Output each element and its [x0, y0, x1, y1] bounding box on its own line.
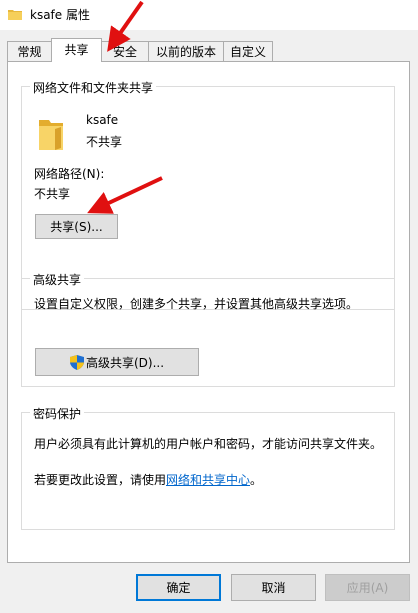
tab-previous-versions[interactable]: 以前的版本: [148, 41, 224, 61]
network-sharing-center-link[interactable]: 网络和共享中心: [166, 473, 250, 487]
sharing-panel: 网络文件和文件夹共享 ksafe 不共享 网络路径(N): 不共享 共享(S).…: [7, 61, 410, 563]
network-path-label: 网络路径(N):: [34, 167, 105, 181]
tab-security[interactable]: 安全: [101, 41, 149, 61]
change-setting-prefix: 若要更改此设置，请使用: [34, 473, 167, 487]
advanced-share-description: 设置自定义权限，创建多个共享，并设置其他高级共享选项。: [34, 297, 359, 311]
window-title: ksafe 属性: [30, 8, 90, 22]
cancel-button[interactable]: 取消: [231, 574, 316, 601]
group-title: 密码保护: [30, 405, 85, 422]
shield-icon: [69, 354, 84, 370]
tab-strip: 常规 共享 安全 以前的版本 自定义: [0, 38, 418, 62]
network-path-value: 不共享: [34, 187, 71, 201]
folder-name: ksafe: [86, 113, 119, 127]
advanced-share-button[interactable]: 高级共享(D)...: [35, 348, 199, 376]
folder-icon: [8, 10, 22, 20]
tab-general[interactable]: 常规: [7, 41, 52, 61]
folder-icon: [39, 120, 63, 150]
apply-button[interactable]: 应用(A): [325, 574, 410, 601]
change-setting-suffix: 。: [250, 473, 263, 487]
password-protection-group: 密码保护 用户必须具有此计算机的用户帐户和密码，才能访问共享文件夹。 若要更改此…: [21, 405, 395, 530]
advanced-share-button-label: 高级共享(D)...: [85, 355, 165, 370]
share-status: 不共享: [86, 135, 123, 149]
tab-sharing[interactable]: 共享: [51, 38, 102, 62]
tab-customize[interactable]: 自定义: [223, 41, 273, 61]
share-button[interactable]: 共享(S)...: [35, 214, 118, 239]
change-setting-text: 若要更改此设置，请使用网络和共享中心。: [34, 471, 389, 488]
advanced-share-group: 高级共享 设置自定义权限，创建多个共享，并设置其他高级共享选项。 高级共享(D)…: [21, 271, 395, 387]
group-title: 网络文件和文件夹共享: [30, 79, 157, 96]
group-title: 高级共享: [30, 271, 85, 288]
title-bar: ksafe 属性: [0, 0, 418, 30]
ok-button[interactable]: 确定: [136, 574, 221, 601]
password-description: 用户必须具有此计算机的用户帐户和密码，才能访问共享文件夹。: [34, 437, 383, 451]
